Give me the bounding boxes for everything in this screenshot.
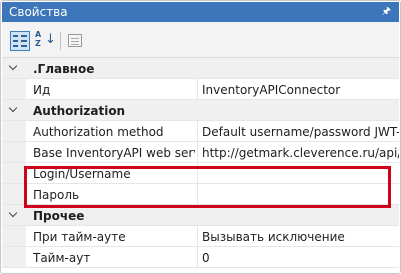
property-row-id[interactable]: Ид InventoryAPIConnector — [2, 79, 399, 100]
column-divider[interactable] — [197, 142, 198, 162]
row-gutter — [2, 79, 26, 99]
property-value[interactable]: Вызывать исключение — [202, 230, 399, 244]
property-value[interactable]: InventoryAPIConnector — [202, 83, 399, 97]
category-row-authorization[interactable]: Authorization — [2, 100, 399, 121]
row-gutter — [2, 142, 26, 162]
chevron-down-icon[interactable] — [9, 210, 19, 220]
property-value[interactable]: Default username/password JWT- — [202, 125, 399, 139]
property-row-on-timeout[interactable]: При тайм-ауте Вызывать исключение — [2, 226, 399, 247]
property-name: Ид — [33, 83, 51, 97]
row-gutter — [2, 121, 26, 141]
row-gutter — [2, 163, 26, 183]
property-row-login[interactable]: Login/Username — [2, 163, 399, 184]
property-grid: .Главное Ид InventoryAPIConnector Author… — [2, 58, 399, 268]
property-value[interactable]: 0 — [202, 251, 399, 265]
row-gutter — [2, 247, 26, 267]
properties-toolbar: A Z ↓ — [2, 22, 399, 58]
chevron-down-icon[interactable] — [9, 63, 19, 73]
category-row-main[interactable]: .Главное — [2, 58, 399, 79]
property-value[interactable]: http://getmark.cleverence.ru/api/v — [202, 146, 399, 160]
chevron-down-icon[interactable] — [9, 105, 19, 115]
property-row-timeout[interactable]: Тайм-аут 0 — [2, 247, 399, 268]
property-name: При тайм-ауте — [33, 230, 126, 244]
categorized-view-button[interactable] — [10, 31, 30, 51]
pin-icon[interactable]: 🖈 — [382, 4, 391, 21]
column-divider[interactable] — [197, 163, 198, 183]
property-name: Authorization method — [33, 125, 164, 139]
toolbar-separator — [60, 32, 61, 50]
category-label: Authorization — [33, 104, 126, 118]
property-name: Пароль — [33, 188, 80, 202]
column-divider[interactable] — [197, 121, 198, 141]
property-name: Base InventoryAPI web servi — [33, 146, 195, 160]
panel-titlebar: Свойства 🖈 — [2, 2, 399, 22]
sort-a-glyph: A — [35, 30, 42, 39]
category-row-misc[interactable]: Прочее — [2, 205, 399, 226]
alphabetical-sort-button[interactable]: A Z ↓ — [34, 30, 56, 51]
property-pages-icon — [68, 34, 82, 47]
sort-az-icon: ↓ — [45, 32, 56, 47]
property-pages-button[interactable] — [65, 31, 85, 51]
sort-z-glyph: Z — [35, 39, 41, 48]
column-divider[interactable] — [197, 247, 198, 267]
row-gutter — [2, 184, 26, 204]
column-divider[interactable] — [197, 226, 198, 246]
column-divider[interactable] — [197, 79, 198, 99]
property-row-base-url[interactable]: Base InventoryAPI web servi http://getma… — [2, 142, 399, 163]
property-name: Login/Username — [33, 167, 131, 181]
property-row-password[interactable]: Пароль — [2, 184, 399, 205]
property-name: Тайм-аут — [33, 251, 91, 265]
properties-panel: Свойства 🖈 A Z ↓ .Главное Ид InventoryAP… — [0, 0, 401, 274]
column-divider[interactable] — [197, 184, 198, 204]
panel-title: Свойства — [9, 5, 68, 19]
property-row-authorization-method[interactable]: Authorization method Default username/pa… — [2, 121, 399, 142]
category-label: Прочее — [33, 209, 85, 223]
category-label: .Главное — [33, 62, 95, 76]
row-gutter — [2, 226, 26, 246]
